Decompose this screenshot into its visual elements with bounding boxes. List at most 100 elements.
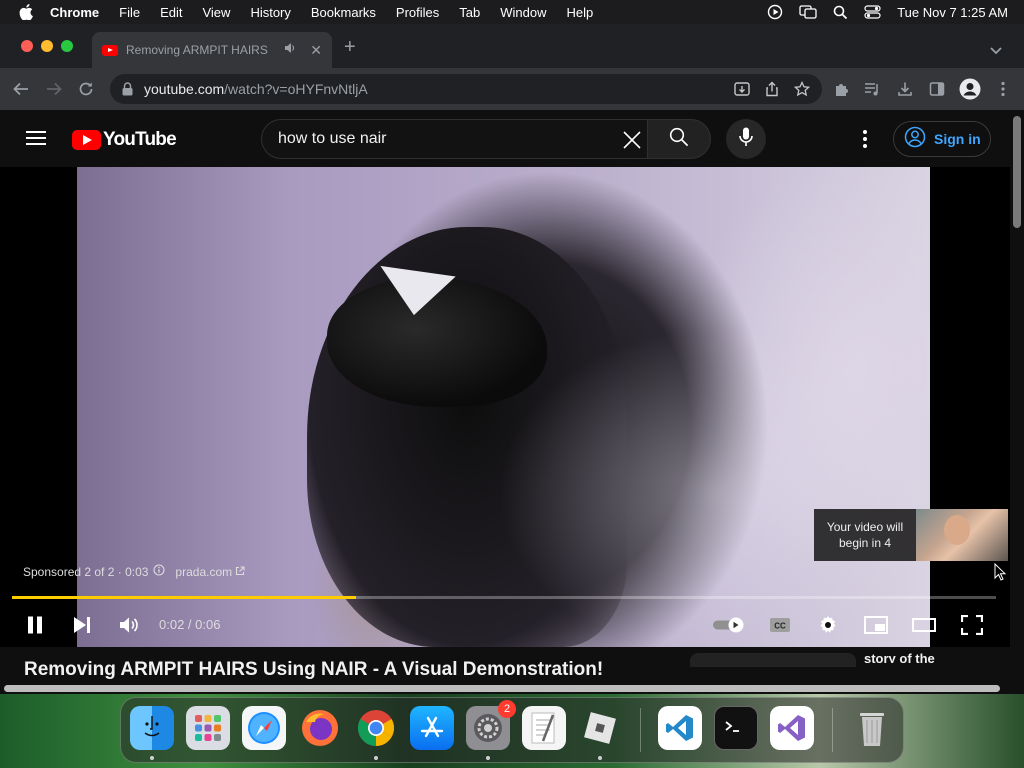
dock: 2 <box>120 697 904 763</box>
trash-icon[interactable] <box>850 706 894 750</box>
vscode-icon[interactable] <box>658 706 702 750</box>
external-link-icon[interactable] <box>235 565 245 579</box>
advertiser-link[interactable]: prada.com <box>175 565 232 579</box>
address-bar[interactable]: youtube.com/watch?v=oHYFnvNtljA <box>110 74 822 104</box>
video-progress-fill <box>12 596 357 599</box>
menu-window[interactable]: Window <box>500 5 546 20</box>
time-display: 0:02 / 0:06 <box>159 617 221 632</box>
apple-menu-icon[interactable] <box>18 4 34 20</box>
visual-studio-icon[interactable] <box>770 706 814 750</box>
closed-captions-icon[interactable]: CC <box>768 613 792 637</box>
related-video-title[interactable]: story of the <box>864 651 935 663</box>
menu-tab[interactable]: Tab <box>459 5 480 20</box>
youtube-play-logo-icon <box>72 130 101 150</box>
video-player[interactable]: Sponsored 2 of 2 · 0:03 prada.com Your v… <box>0 167 1010 647</box>
url-host: youtube.com <box>144 81 225 97</box>
downloads-icon[interactable] <box>896 80 914 98</box>
ad-info-icon[interactable] <box>153 564 165 579</box>
ad-up-next-preview[interactable]: Your video will begin in 4 <box>814 509 1008 561</box>
app-store-icon[interactable] <box>410 706 454 750</box>
dock-separator <box>832 708 833 752</box>
lock-icon[interactable] <box>122 82 134 96</box>
share-icon[interactable] <box>764 81 780 102</box>
menu-profiles[interactable]: Profiles <box>396 5 439 20</box>
guide-menu-icon[interactable] <box>26 131 46 145</box>
spotlight-search-icon[interactable] <box>833 5 848 20</box>
vertical-scrollbar[interactable] <box>1010 110 1024 694</box>
youtube-logo[interactable]: YouTube <box>72 129 177 151</box>
control-center-icon[interactable] <box>864 5 881 19</box>
youtube-favicon-icon <box>102 44 118 56</box>
browser-toolbar: youtube.com/watch?v=oHYFnvNtljA <box>0 68 1024 110</box>
search-icon <box>669 127 689 152</box>
forward-arrow-icon[interactable] <box>45 80 63 98</box>
horizontal-scrollbar[interactable] <box>0 682 1010 694</box>
theater-mode-icon[interactable] <box>912 613 936 637</box>
macos-menu-bar: Chrome File Edit View History Bookmarks … <box>0 0 1024 24</box>
up-next-message: Your video will begin in 4 <box>826 520 904 550</box>
profile-avatar-icon[interactable] <box>959 78 981 100</box>
install-app-icon[interactable] <box>734 81 750 102</box>
terminal-icon[interactable] <box>714 706 758 750</box>
clock[interactable]: Tue Nov 7 1:25 AM <box>897 5 1008 20</box>
video-progress-bar[interactable] <box>12 596 996 599</box>
next-video-icon[interactable] <box>72 613 92 637</box>
related-chip[interactable] <box>690 653 856 667</box>
system-settings-icon[interactable]: 2 <box>466 700 516 750</box>
bookmark-star-icon[interactable] <box>793 80 811 102</box>
menu-bookmarks[interactable]: Bookmarks <box>311 5 376 20</box>
notification-badge: 2 <box>498 700 516 718</box>
menu-history[interactable]: History <box>250 5 290 20</box>
pause-icon[interactable] <box>26 613 44 637</box>
menu-help[interactable]: Help <box>567 5 594 20</box>
browser-tab-strip: Removing ARMPIT HAIRS ✕ + <box>0 24 1024 68</box>
tab-youtube-video[interactable]: Removing ARMPIT HAIRS ✕ <box>92 32 332 68</box>
menu-view[interactable]: View <box>202 5 230 20</box>
window-zoom-button[interactable] <box>61 40 73 52</box>
youtube-wordmark: YouTube <box>103 129 177 150</box>
menu-file[interactable]: File <box>119 5 140 20</box>
chrome-menu-icon[interactable] <box>994 80 1012 98</box>
chrome-icon[interactable] <box>354 706 398 750</box>
sign-in-button[interactable]: Sign in <box>893 121 991 157</box>
player-controls: 0:02 / 0:06 CC <box>0 605 1010 645</box>
window-close-button[interactable] <box>21 40 33 52</box>
safari-icon[interactable] <box>242 706 286 750</box>
tab-audio-icon[interactable] <box>284 41 298 59</box>
textedit-icon[interactable] <box>522 706 566 750</box>
autoplay-toggle[interactable] <box>711 613 747 637</box>
video-title: Removing ARMPIT HAIRS Using NAIR - A Vis… <box>24 659 604 680</box>
menu-app-name[interactable]: Chrome <box>50 5 99 20</box>
media-controls-icon[interactable] <box>864 80 882 98</box>
tab-search-chevron-icon[interactable] <box>990 42 1002 60</box>
window-minimize-button[interactable] <box>41 40 53 52</box>
screen-mirroring-icon[interactable] <box>799 5 817 19</box>
back-arrow-icon[interactable] <box>12 80 30 98</box>
tab-close-icon[interactable]: ✕ <box>310 42 322 59</box>
launchpad-icon[interactable] <box>186 706 230 750</box>
side-panel-icon[interactable] <box>928 80 946 98</box>
fullscreen-icon[interactable] <box>960 613 984 637</box>
reload-icon[interactable] <box>77 80 95 98</box>
volume-icon[interactable] <box>118 613 140 637</box>
sponsored-label: Sponsored 2 of 2 · 0:03 <box>23 564 149 579</box>
voice-search-button[interactable] <box>726 119 766 159</box>
running-indicator <box>374 756 378 760</box>
finder-icon[interactable] <box>130 706 174 750</box>
media-play-icon[interactable] <box>767 4 783 20</box>
vertical-scroll-thumb[interactable] <box>1013 116 1021 228</box>
settings-gear-icon[interactable] <box>817 613 839 637</box>
svg-text:CC: CC <box>774 622 786 631</box>
miniplayer-icon[interactable] <box>864 613 888 637</box>
search-button[interactable] <box>647 119 711 159</box>
settings-more-icon[interactable] <box>857 129 873 149</box>
horizontal-scroll-thumb[interactable] <box>4 685 1000 692</box>
new-tab-button[interactable]: + <box>344 37 356 57</box>
search-input[interactable]: how to use nair <box>261 119 648 159</box>
roblox-icon[interactable] <box>578 706 622 750</box>
running-indicator <box>598 756 602 760</box>
firefox-icon[interactable] <box>298 706 342 750</box>
menu-edit[interactable]: Edit <box>160 5 182 20</box>
clear-search-icon[interactable] <box>622 130 642 155</box>
extensions-puzzle-icon[interactable] <box>833 80 851 98</box>
